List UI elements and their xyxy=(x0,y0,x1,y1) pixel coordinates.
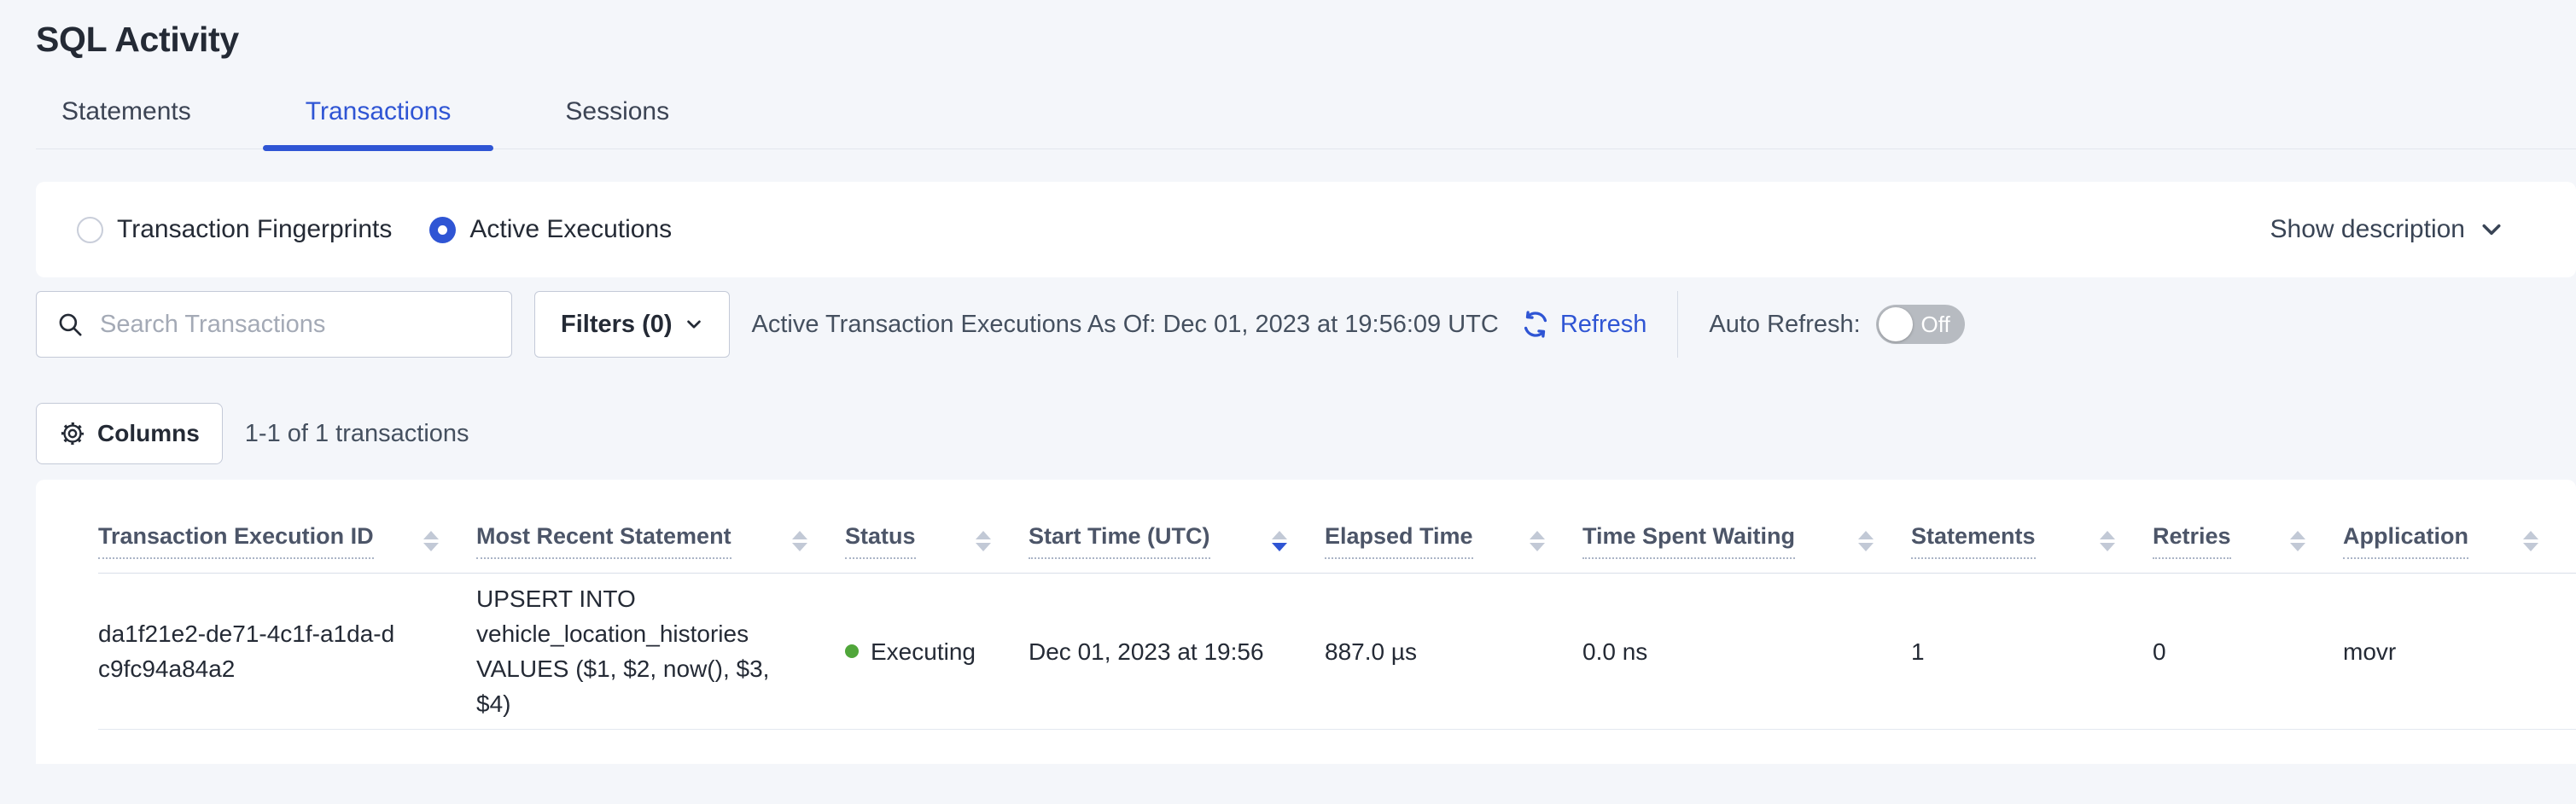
column-header-time-spent-waiting[interactable]: Time Spent Waiting xyxy=(1582,523,1911,573)
cell-status: Executing xyxy=(845,634,1029,669)
cell-application: movr xyxy=(2343,634,2576,669)
sort-icon[interactable] xyxy=(2100,531,2115,551)
as-of-text: Active Transaction Executions As Of: Dec… xyxy=(752,311,1499,339)
toolbar: Filters (0) Active Transaction Execution… xyxy=(36,291,2576,358)
table-header-row: Transaction Execution ID Most Recent Sta… xyxy=(98,480,2576,574)
view-mode-card: Transaction Fingerprints Active Executio… xyxy=(36,182,2576,277)
column-header-start-time[interactable]: Start Time (UTC) xyxy=(1029,523,1325,573)
show-description-label: Show description xyxy=(2270,215,2465,244)
radio-selected-icon[interactable] xyxy=(429,217,456,243)
cell-time-spent-waiting: 0.0 ns xyxy=(1582,634,1911,669)
table-controls: Columns 1-1 of 1 transactions xyxy=(36,403,2576,464)
column-header-retries[interactable]: Retries xyxy=(2153,523,2343,573)
auto-refresh-label: Auto Refresh: xyxy=(1709,311,1860,339)
cell-retries: 0 xyxy=(2153,634,2343,669)
column-header-statements[interactable]: Statements xyxy=(1911,523,2153,573)
tab-bar: Statements Transactions Sessions xyxy=(36,97,2576,149)
search-input[interactable] xyxy=(98,310,511,340)
sort-icon[interactable] xyxy=(976,531,991,551)
chevron-down-icon xyxy=(2479,217,2504,242)
search-icon xyxy=(55,310,85,339)
status-label: Executing xyxy=(871,634,976,669)
refresh-label: Refresh xyxy=(1560,311,1647,339)
column-header-application[interactable]: Application xyxy=(2343,523,2576,573)
search-box[interactable] xyxy=(36,291,512,358)
column-header-most-recent-statement[interactable]: Most Recent Statement xyxy=(476,523,845,573)
tab-sessions[interactable]: Sessions xyxy=(522,97,712,149)
page-title: SQL Activity xyxy=(36,19,2576,60)
radio-unselected-icon[interactable] xyxy=(77,217,103,243)
refresh-icon xyxy=(1519,308,1552,341)
column-header-transaction-execution-id[interactable]: Transaction Execution ID xyxy=(98,523,476,573)
radio-label: Active Executions xyxy=(469,215,672,244)
cell-start-time: Dec 01, 2023 at 19:56 xyxy=(1029,634,1325,669)
refresh-button[interactable]: Refresh xyxy=(1519,308,1647,341)
show-description-toggle[interactable]: Show description xyxy=(2270,215,2504,244)
filters-button[interactable]: Filters (0) xyxy=(534,291,730,358)
radio-label: Transaction Fingerprints xyxy=(117,215,392,244)
tab-transactions[interactable]: Transactions xyxy=(263,97,494,149)
radio-active-executions[interactable]: Active Executions xyxy=(429,215,672,244)
chevron-down-icon xyxy=(685,315,703,334)
status-executing-dot-icon xyxy=(845,644,859,658)
toggle-knob-icon xyxy=(1879,307,1913,341)
cell-most-recent-statement: UPSERT INTO vehicle_location_histories V… xyxy=(476,581,845,721)
tab-statements[interactable]: Statements xyxy=(61,97,234,149)
sort-icon[interactable] xyxy=(2523,531,2538,551)
column-header-status[interactable]: Status xyxy=(845,523,1029,573)
sort-icon[interactable] xyxy=(2290,531,2305,551)
toggle-state-label: Off xyxy=(1921,312,1950,338)
results-count: 1-1 of 1 transactions xyxy=(245,420,469,448)
toolbar-divider xyxy=(1677,291,1678,358)
auto-refresh-toggle[interactable]: Off xyxy=(1876,305,1965,344)
columns-label: Columns xyxy=(97,420,200,447)
transactions-table: Transaction Execution ID Most Recent Sta… xyxy=(36,480,2576,764)
column-header-elapsed-time[interactable]: Elapsed Time xyxy=(1325,523,1582,573)
radio-transaction-fingerprints[interactable]: Transaction Fingerprints xyxy=(77,215,392,244)
filters-label: Filters (0) xyxy=(561,311,673,339)
sort-icon[interactable] xyxy=(792,531,807,551)
cell-transaction-execution-id[interactable]: da1f21e2-de71-4c1f-a1da-dc9fc94a84a2 xyxy=(98,616,476,686)
sort-icon[interactable] xyxy=(1858,531,1874,551)
gear-icon xyxy=(59,420,86,447)
table-row: da1f21e2-de71-4c1f-a1da-dc9fc94a84a2 UPS… xyxy=(98,574,2576,730)
columns-button[interactable]: Columns xyxy=(36,403,223,464)
sort-icon[interactable] xyxy=(423,531,439,551)
cell-statements: 1 xyxy=(1911,634,2153,669)
cell-elapsed-time: 887.0 µs xyxy=(1325,634,1582,669)
sort-icon[interactable] xyxy=(1530,531,1545,551)
sort-icon-descending[interactable] xyxy=(1272,531,1287,551)
